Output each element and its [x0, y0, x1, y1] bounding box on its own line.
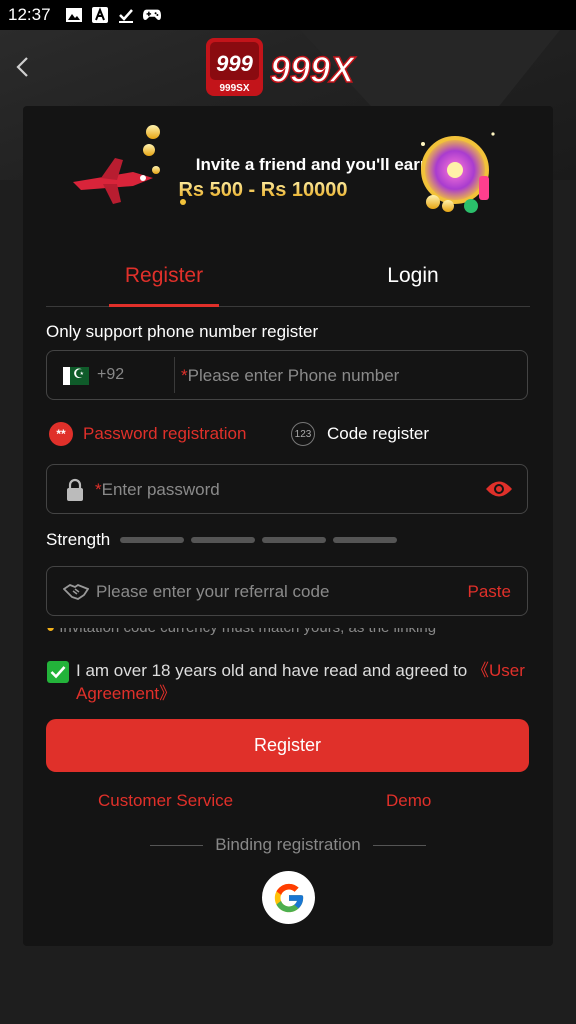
binding-label: Binding registration [215, 835, 361, 854]
prize-wheel-icon [421, 136, 489, 213]
password-input[interactable]: *Enter password [95, 480, 220, 500]
agreement-statement: I am over 18 years old and have read and… [76, 661, 468, 680]
customer-service-link[interactable]: Customer Service [98, 791, 233, 811]
binding-registration-divider: Binding registration [150, 834, 426, 856]
field-divider [174, 357, 175, 393]
referral-input[interactable]: Please enter your referral code [96, 582, 329, 602]
code-option-label: Code register [327, 424, 430, 443]
password-placeholder: Enter password [101, 480, 220, 499]
agreement-text: I am over 18 years old and have read and… [76, 659, 536, 705]
paste-button[interactable]: Paste [468, 582, 511, 602]
tab-register[interactable]: Register [109, 264, 219, 288]
checkmark-icon [50, 666, 66, 679]
referral-field[interactable]: Please enter your referral code Paste [46, 566, 528, 616]
strength-label: Strength [46, 530, 111, 549]
chevron-left-icon [16, 57, 28, 77]
password-registration-option[interactable]: ** Password registration [49, 422, 246, 446]
app-logo: 999 999SX 999X [206, 38, 372, 98]
status-time: 12:37 [8, 5, 51, 24]
banner-line2: Rs 500 - Rs 10000 [178, 179, 347, 201]
password-option-label: Password registration [83, 424, 247, 443]
phone-section-label: Only support phone number register [46, 322, 319, 341]
back-button[interactable] [10, 54, 34, 80]
invitation-notice: ● Invitation code currency must match yo… [46, 628, 528, 636]
invite-banner[interactable]: Invite a friend and you'll earn Rs 500 -… [73, 124, 503, 220]
agreement-checkbox[interactable] [47, 661, 69, 683]
status-bar: 12:37 [0, 0, 576, 30]
handshake-icon [62, 583, 90, 606]
auth-tabs: Register Login [46, 256, 530, 307]
required-mark: * [181, 366, 188, 385]
tab-active-indicator [109, 304, 219, 307]
notice-text: Invitation code currency must match your… [59, 628, 436, 636]
google-icon [274, 883, 303, 912]
required-mark: * [95, 480, 102, 499]
password-field[interactable]: *Enter password [46, 464, 528, 514]
image-icon [65, 7, 83, 23]
phone-placeholder: Please enter Phone number [187, 366, 400, 385]
divider-line [150, 844, 204, 846]
logo-text: 999X [270, 49, 356, 90]
banner-line1: Invite a friend and you'll earn [196, 155, 431, 174]
lock-icon [65, 478, 85, 507]
strength-bar-2 [191, 537, 255, 543]
phone-field[interactable]: +92 *Please enter Phone number [46, 350, 528, 400]
tab-login[interactable]: Login [358, 264, 468, 288]
app-icon [91, 7, 109, 23]
gamepad-icon [142, 7, 161, 23]
check-icon [117, 7, 135, 23]
code-option-icon: 123 [291, 422, 315, 446]
divider-line [372, 844, 426, 846]
airplane-icon [73, 158, 153, 204]
eye-icon[interactable] [485, 480, 513, 503]
strength-bar-4 [333, 537, 397, 543]
pakistan-flag-icon[interactable] [63, 366, 89, 385]
logo-badge-text: 999 [216, 51, 253, 76]
country-code[interactable]: +92 [97, 366, 124, 384]
register-button[interactable]: Register [46, 719, 529, 772]
demo-link[interactable]: Demo [386, 791, 431, 811]
code-register-option[interactable]: 123 Code register [291, 422, 429, 446]
phone-input[interactable]: *Please enter Phone number [181, 366, 399, 386]
google-signin-button[interactable] [262, 871, 315, 924]
strength-bar-3 [262, 537, 326, 543]
logo-badge-sub: 999SX [219, 83, 249, 94]
strength-bar-1 [120, 537, 184, 543]
password-option-icon: ** [49, 422, 73, 446]
register-card: Invite a friend and you'll earn Rs 500 -… [23, 106, 553, 946]
